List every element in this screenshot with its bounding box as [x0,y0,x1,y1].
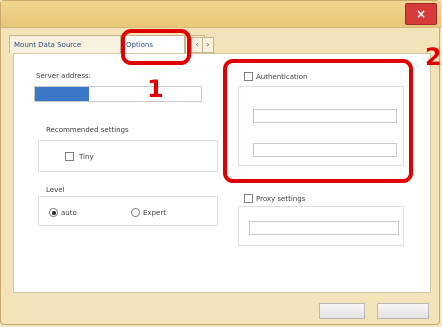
close-icon: × [415,7,427,21]
proxy-group [238,206,404,246]
proxy-input[interactable] [249,221,399,235]
recommended-checkbox[interactable] [65,152,74,161]
radio-auto[interactable] [49,208,58,217]
annotation-label-2: 2 [425,43,442,71]
annotation-box-1 [121,29,191,65]
level-label: Level [46,186,65,194]
title-bar: × [1,1,441,28]
chevron-right-icon[interactable]: › [202,37,214,53]
radio-auto-label: auto [61,209,77,217]
level-group: auto Expert [38,196,218,226]
window-title [91,7,351,19]
close-button[interactable]: × [405,3,437,25]
recommended-checkbox-label: Tiny [79,153,94,161]
dialog-window: × Mount Data Source Options ‹ › Server a… [0,0,442,325]
server-address-field[interactable] [34,86,202,102]
tab-mount-data-source[interactable]: Mount Data Source [9,35,121,53]
server-address-selection [35,87,89,101]
server-address-label: Server address: [36,72,92,80]
annotation-box-2 [223,59,413,183]
ok-button[interactable] [319,303,365,319]
cancel-button[interactable] [377,303,429,319]
recommended-settings-label: Recommended settings [46,126,129,134]
radio-expert-label: Expert [143,209,166,217]
proxy-checkbox-label: Proxy settings [256,195,306,203]
recommended-settings-group: Tiny [38,140,218,172]
radio-expert[interactable] [131,208,140,217]
proxy-checkbox[interactable] [244,194,253,203]
annotation-label-1: 1 [147,75,164,103]
